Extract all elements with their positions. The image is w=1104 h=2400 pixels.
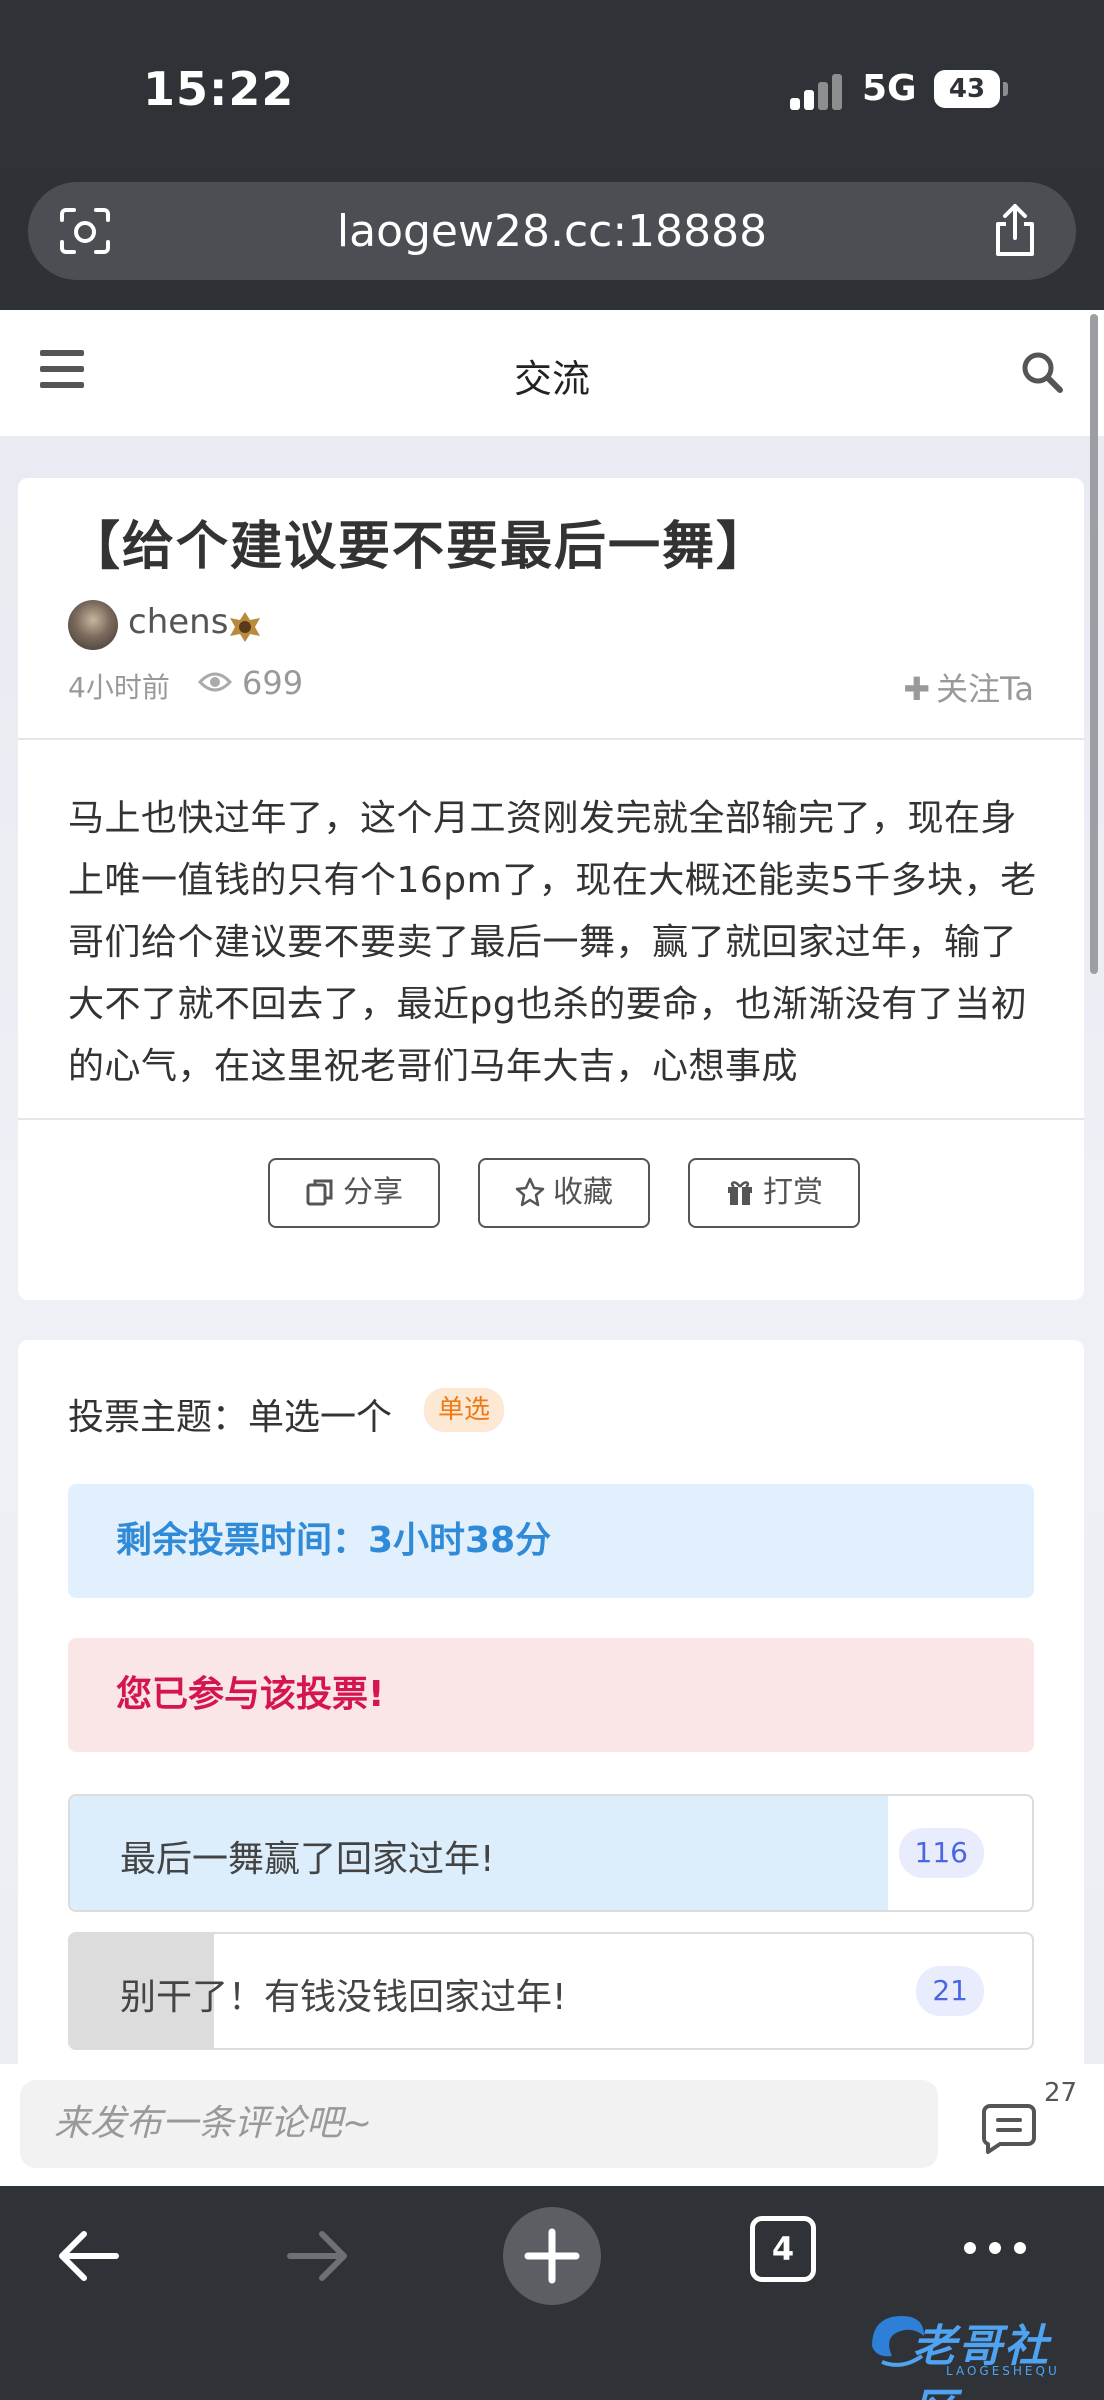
favorite-button[interactable]: 收藏 bbox=[478, 1158, 650, 1228]
divider bbox=[18, 1118, 1084, 1120]
network-type: 5G bbox=[862, 68, 917, 109]
poll-topic: 投票主题：单选一个 bbox=[68, 1397, 393, 1438]
poll-option-count: 116 bbox=[898, 1828, 984, 1878]
author-avatar[interactable] bbox=[68, 600, 118, 650]
web-page[interactable]: 交流 【给个建议要不要最后一舞】 chens 4小时前 699 ✚ 关注Ta 马上… bbox=[0, 310, 1104, 2186]
reward-button[interactable]: 打赏 bbox=[688, 1158, 860, 1228]
post-body: 马上也快过年了，这个月工资刚发完就全部输完了，现在身上唯一值钱的只有个16pm了… bbox=[68, 798, 1037, 1087]
poll-option-label: 别干了！有钱没钱回家过年! bbox=[120, 1977, 567, 2018]
poll-option-label: 最后一舞赢了回家过年! bbox=[120, 1839, 495, 1880]
logo-subtext: LAOGESHEQU bbox=[946, 2364, 1060, 2378]
poll-type-badge: 单选 bbox=[424, 1388, 505, 1432]
tabs-button[interactable]: 4 bbox=[750, 2216, 816, 2282]
eye-icon bbox=[198, 672, 232, 692]
battery-icon: 43 bbox=[934, 70, 1008, 108]
post-card: 【给个建议要不要最后一舞】 chens 4小时前 699 ✚ 关注Ta 马上也快过… bbox=[18, 478, 1084, 1300]
status-time: 15:22 bbox=[143, 62, 295, 116]
poll-option-count: 21 bbox=[916, 1966, 984, 2016]
comment-icon[interactable] bbox=[980, 2102, 1038, 2154]
copy-icon bbox=[306, 1179, 333, 1206]
poll-participated-notice: 您已参与该投票! bbox=[68, 1638, 1034, 1752]
star-icon bbox=[515, 1177, 545, 1207]
more-icon[interactable] bbox=[960, 2238, 1030, 2258]
poll-remaining-time: 剩余投票时间：3小时38分 bbox=[68, 1484, 1034, 1598]
share-button[interactable]: 分享 bbox=[268, 1158, 440, 1228]
address-bar[interactable]: laogew28.cc:18888 bbox=[28, 182, 1076, 280]
follow-button[interactable]: ✚ 关注Ta bbox=[903, 664, 1034, 710]
back-arrow-icon[interactable] bbox=[52, 2226, 122, 2286]
comment-input[interactable]: 来发布一条评论吧~ bbox=[20, 2080, 938, 2168]
share-icon[interactable] bbox=[990, 202, 1040, 258]
poll-card: 投票主题：单选一个 单选 剩余投票时间：3小时38分 您已参与该投票! 最后一舞… bbox=[18, 1340, 1084, 2186]
page-scrollbar[interactable] bbox=[1090, 314, 1098, 974]
author-name[interactable]: chens bbox=[128, 602, 228, 642]
site-logo-watermark: 老哥社区 LAOGESHEQU bbox=[862, 2302, 1092, 2400]
divider bbox=[18, 738, 1084, 740]
comment-count: 27 bbox=[1044, 2078, 1078, 2108]
view-count: 699 bbox=[242, 664, 304, 702]
favorite-label: 收藏 bbox=[553, 1175, 613, 1210]
rank-badge-icon bbox=[230, 612, 260, 642]
search-icon[interactable] bbox=[1020, 350, 1064, 394]
forward-arrow-icon[interactable] bbox=[284, 2226, 354, 2286]
status-bar: 15:22 5G 43 bbox=[0, 0, 1104, 170]
signal-icon bbox=[790, 74, 846, 110]
url-text[interactable]: laogew28.cc:18888 bbox=[28, 206, 1076, 257]
plus-icon: ✚ bbox=[903, 670, 931, 708]
post-time: 4小时前 bbox=[68, 671, 170, 704]
page-title: 交流 bbox=[513, 357, 590, 401]
poll-option[interactable]: 别干了！有钱没钱回家过年! 21 bbox=[68, 1932, 1034, 2050]
post-title: 【给个建议要不要最后一舞】 bbox=[68, 517, 771, 577]
site-header: 交流 bbox=[0, 310, 1104, 436]
gift-icon bbox=[728, 1181, 752, 1205]
reward-label: 打赏 bbox=[763, 1175, 823, 1210]
follow-label: 关注Ta bbox=[936, 670, 1034, 708]
share-label: 分享 bbox=[343, 1175, 403, 1210]
poll-option[interactable]: 最后一舞赢了回家过年! 116 bbox=[68, 1794, 1034, 1912]
comment-bar: 来发布一条评论吧~ 27 bbox=[0, 2064, 1104, 2186]
new-tab-button[interactable] bbox=[502, 2206, 602, 2306]
logo-text: 老哥社区 bbox=[912, 2321, 1050, 2400]
post-actions: 分享 收藏 打赏 bbox=[18, 1158, 1084, 1228]
